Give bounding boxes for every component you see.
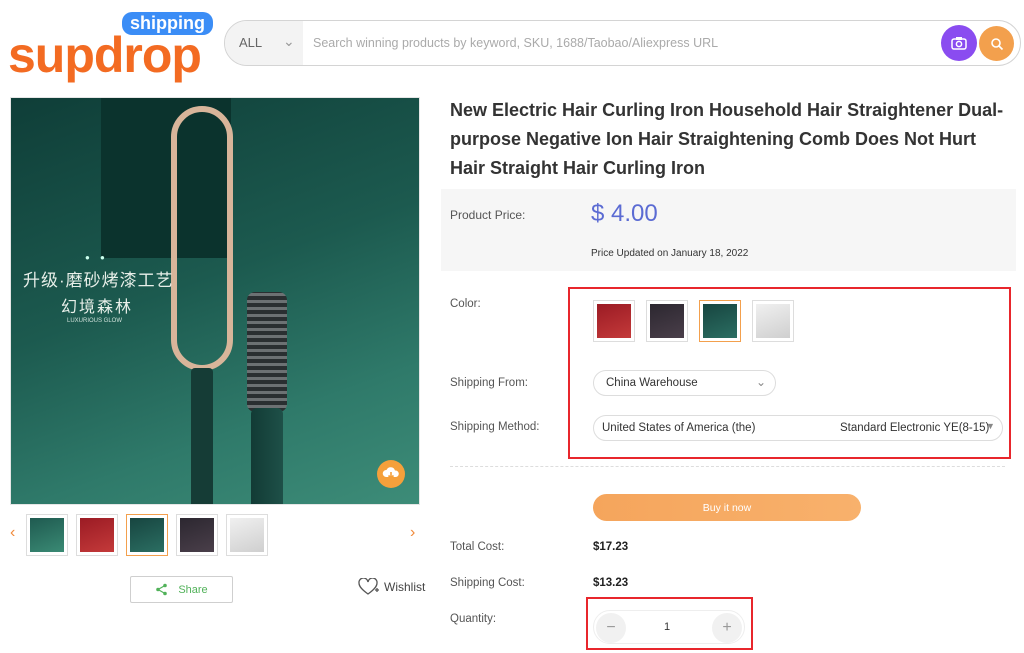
heart-plus-icon — [358, 578, 379, 595]
curler-handle — [191, 368, 213, 504]
image-dots: ● ● — [85, 253, 109, 262]
header: supdrop shipping ALL ⌄ — [0, 0, 1024, 90]
price-label: Product Price: — [450, 208, 526, 222]
image-overlay-text: 升级·磨砂烤漆工艺 — [23, 271, 174, 290]
product-title: New Electric Hair Curling Iron Household… — [450, 100, 1004, 178]
curler-ring — [171, 106, 233, 371]
comb-handle — [251, 408, 283, 504]
cloud-download-icon — [382, 467, 399, 480]
chevron-right-icon[interactable]: › — [410, 524, 415, 542]
download-image-button[interactable] — [377, 460, 405, 488]
logo-badge: shipping — [122, 12, 213, 35]
comb-brush — [247, 292, 287, 412]
wishlist-label: Wishlist — [384, 580, 426, 594]
highlight-box — [568, 287, 1011, 459]
thumbnail[interactable] — [226, 514, 268, 556]
total-cost-label: Total Cost: — [450, 541, 505, 553]
product-price: $ 4.00 — [591, 200, 658, 227]
shipping-cost-value: $13.23 — [593, 577, 629, 589]
image-overlay-text-3: LUXURIOUS GLOW — [67, 318, 123, 324]
search-button[interactable] — [979, 26, 1014, 61]
camera-icon — [951, 37, 967, 50]
search-category-select[interactable]: ALL ⌄ — [225, 21, 303, 65]
image-search-button[interactable] — [941, 25, 977, 61]
price-box: Product Price: $ 4.00 Price Updated on J… — [441, 189, 1016, 271]
thumbnail[interactable] — [126, 514, 168, 556]
buy-now-button[interactable]: Buy it now — [593, 494, 861, 521]
search-category-label: ALL — [239, 35, 263, 50]
share-button[interactable]: Share — [130, 576, 233, 603]
thumbnail[interactable] — [26, 514, 68, 556]
divider — [450, 466, 1005, 467]
chevron-down-icon: ⌄ — [283, 33, 295, 49]
wishlist-button[interactable]: Wishlist — [358, 578, 425, 596]
quantity-label: Quantity: — [450, 613, 497, 625]
main-product-image[interactable]: ● ● 升级·磨砂烤漆工艺 幻境森林 LUXURIOUS GLOW — [10, 97, 420, 505]
share-label: Share — [178, 583, 208, 596]
total-cost-value: $17.23 — [593, 541, 629, 553]
search-icon — [990, 37, 1003, 50]
chevron-left-icon[interactable]: ‹ — [10, 524, 15, 542]
share-icon — [156, 583, 168, 596]
search-bar: ALL ⌄ — [224, 20, 1021, 66]
thumbnail[interactable] — [176, 514, 218, 556]
color-label: Color: — [450, 298, 481, 310]
shipping-method-label: Shipping Method: — [450, 421, 540, 433]
thumbnail-row: ‹ › — [10, 514, 420, 558]
thumbnail[interactable] — [76, 514, 118, 556]
search-input[interactable] — [313, 31, 913, 55]
image-overlay-text-2: 幻境森林 — [61, 299, 134, 316]
shipping-from-label: Shipping From: — [450, 377, 528, 389]
price-updated-note: Price Updated on January 18, 2022 — [591, 248, 749, 259]
highlight-box — [586, 597, 753, 650]
shipping-cost-label: Shipping Cost: — [450, 577, 525, 589]
logo[interactable]: supdrop shipping — [8, 12, 213, 83]
